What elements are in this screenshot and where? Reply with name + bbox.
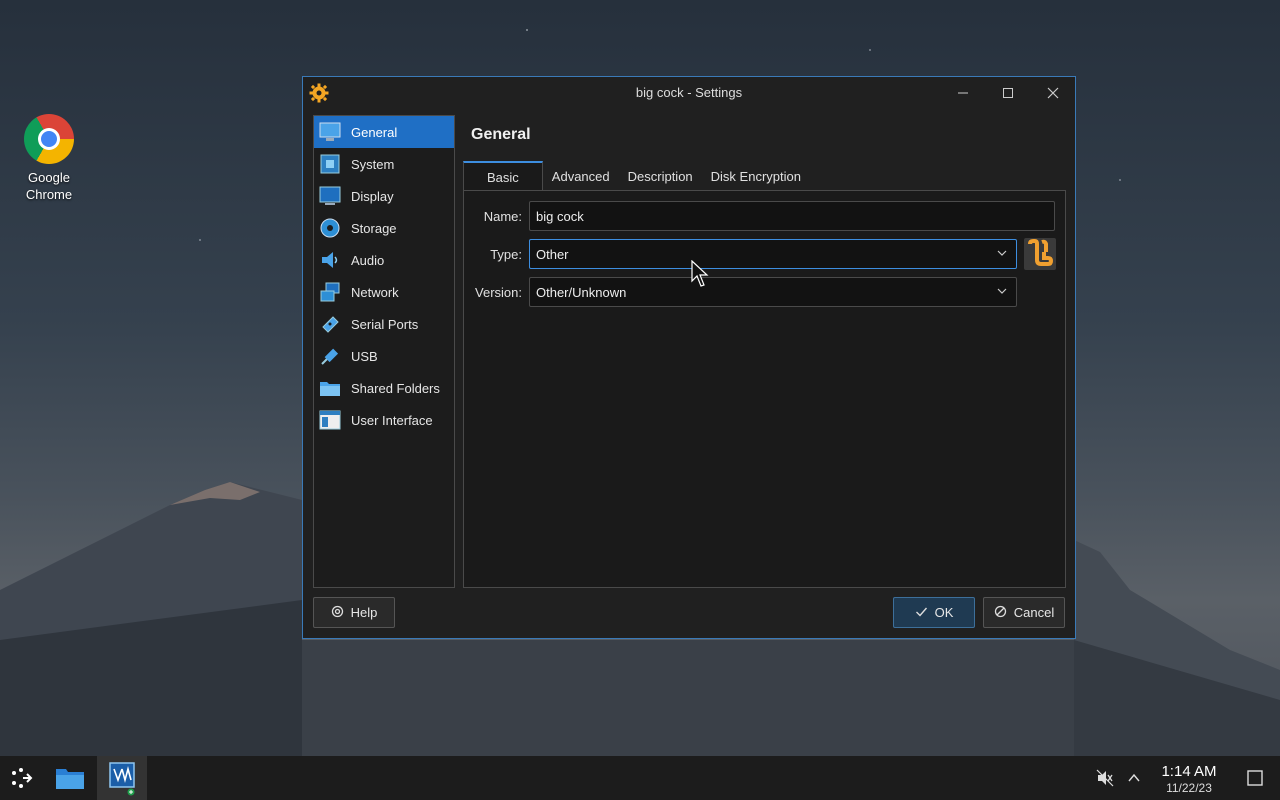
sidebar-item-label: User Interface	[351, 412, 433, 428]
tab-basic[interactable]: Basic	[463, 161, 543, 191]
sidebar-item-shared-folders[interactable]: Shared Folders	[314, 372, 454, 404]
tab-description[interactable]: Description	[619, 161, 702, 191]
network-icon	[318, 280, 342, 304]
sidebar-item-label: USB	[351, 348, 378, 364]
close-icon	[1047, 87, 1058, 99]
settings-sidebar: General System Display Storage Audio Net…	[313, 115, 455, 588]
monitor-icon	[318, 120, 342, 144]
minimize-button[interactable]	[940, 77, 985, 109]
sidebar-item-label: Storage	[351, 220, 397, 236]
start-button[interactable]	[0, 756, 44, 800]
prohibit-icon	[994, 605, 1007, 621]
maximize-icon	[1002, 88, 1013, 98]
tab-disk-encryption[interactable]: Disk Encryption	[702, 161, 810, 191]
serial-port-icon	[318, 312, 342, 336]
sidebar-item-usb[interactable]: USB	[314, 340, 454, 372]
maximize-button[interactable]	[985, 77, 1030, 109]
version-value: Other/Unknown	[536, 284, 627, 300]
page-title: General	[471, 126, 531, 143]
taskbar-file-manager[interactable]	[48, 756, 92, 800]
notification-icon	[1247, 770, 1263, 786]
version-select[interactable]: Other/Unknown	[529, 277, 1017, 307]
sidebar-item-label: Audio	[351, 252, 385, 268]
type-label: Type:	[490, 246, 522, 262]
clock-time: 1:14 AM	[1161, 763, 1217, 780]
cancel-label: Cancel	[1013, 605, 1055, 620]
taskbar-virtualbox[interactable]	[97, 756, 147, 800]
ok-label: OK	[934, 605, 954, 620]
chevron-down-icon	[996, 284, 1008, 301]
sidebar-item-general[interactable]: General	[314, 116, 454, 148]
chip-icon	[318, 152, 342, 176]
speaker-muted-icon	[1096, 769, 1114, 787]
version-label: Version:	[475, 284, 522, 300]
sidebar-item-label: Network	[351, 284, 399, 300]
sidebar-item-audio[interactable]: Audio	[314, 244, 454, 276]
settings-window: big cock - Settings General System Displ…	[302, 76, 1076, 639]
sidebar-item-label: Serial Ports	[351, 316, 419, 332]
help-button[interactable]: Help	[313, 597, 395, 628]
cancel-button[interactable]: Cancel	[983, 597, 1065, 628]
chevron-up-icon	[1128, 773, 1140, 782]
basic-panel: Name: big cock Type: Other Version: Othe…	[463, 190, 1066, 588]
tab-advanced[interactable]: Advanced	[543, 161, 619, 191]
folder-icon	[56, 769, 84, 789]
sidebar-item-label: System	[351, 156, 395, 172]
start-menu-icon	[12, 768, 33, 788]
window-titlebar[interactable]: big cock - Settings	[303, 77, 1075, 109]
disk-icon	[318, 216, 342, 240]
close-button[interactable]	[1030, 77, 1075, 109]
mouse-cursor-icon	[691, 259, 711, 291]
taskbar-clock[interactable]: 1:14 AM 11/22/23	[1150, 763, 1228, 795]
sidebar-item-user-interface[interactable]: User Interface	[314, 404, 454, 436]
name-input[interactable]: big cock	[529, 201, 1055, 231]
settings-tabs: Basic Advanced Description Disk Encrypti…	[463, 161, 810, 191]
desktop-icon-google-chrome[interactable]: Google Chrome	[14, 114, 84, 203]
desktop-icon-label: Google Chrome	[25, 170, 73, 202]
sidebar-item-system[interactable]: System	[314, 148, 454, 180]
usb-icon	[318, 344, 342, 368]
sidebar-item-label: Shared Folders	[351, 380, 440, 396]
display-icon	[318, 184, 342, 208]
sidebar-item-network[interactable]: Network	[314, 276, 454, 308]
minimize-icon	[957, 92, 968, 94]
chrome-icon	[24, 114, 74, 164]
lifebuoy-icon	[331, 605, 344, 621]
virtualbox-icon	[109, 762, 135, 796]
taskbar: 1:14 AM 11/22/23	[0, 756, 1280, 800]
type-select[interactable]: Other	[529, 239, 1017, 269]
clock-date: 11/22/23	[1166, 781, 1212, 795]
type-value: Other	[536, 246, 569, 262]
notifications-button[interactable]	[1240, 756, 1270, 800]
name-label: Name:	[483, 208, 522, 224]
speaker-icon	[318, 248, 342, 272]
checkmark-icon	[915, 605, 928, 621]
volume-muted-button[interactable]	[1092, 756, 1118, 800]
sidebar-item-label: General	[351, 124, 398, 140]
help-label: Help	[350, 605, 378, 620]
os-type-icon	[1024, 238, 1056, 270]
sidebar-item-label: Display	[351, 188, 394, 204]
name-value: big cock	[536, 208, 584, 224]
sidebar-item-storage[interactable]: Storage	[314, 212, 454, 244]
window-layout-icon	[318, 408, 342, 432]
show-hidden-icons-button[interactable]	[1122, 756, 1146, 800]
folder-icon	[318, 376, 342, 400]
ok-button[interactable]: OK	[893, 597, 975, 628]
chevron-down-icon	[996, 246, 1008, 263]
sidebar-item-serial-ports[interactable]: Serial Ports	[314, 308, 454, 340]
sidebar-item-display[interactable]: Display	[314, 180, 454, 212]
